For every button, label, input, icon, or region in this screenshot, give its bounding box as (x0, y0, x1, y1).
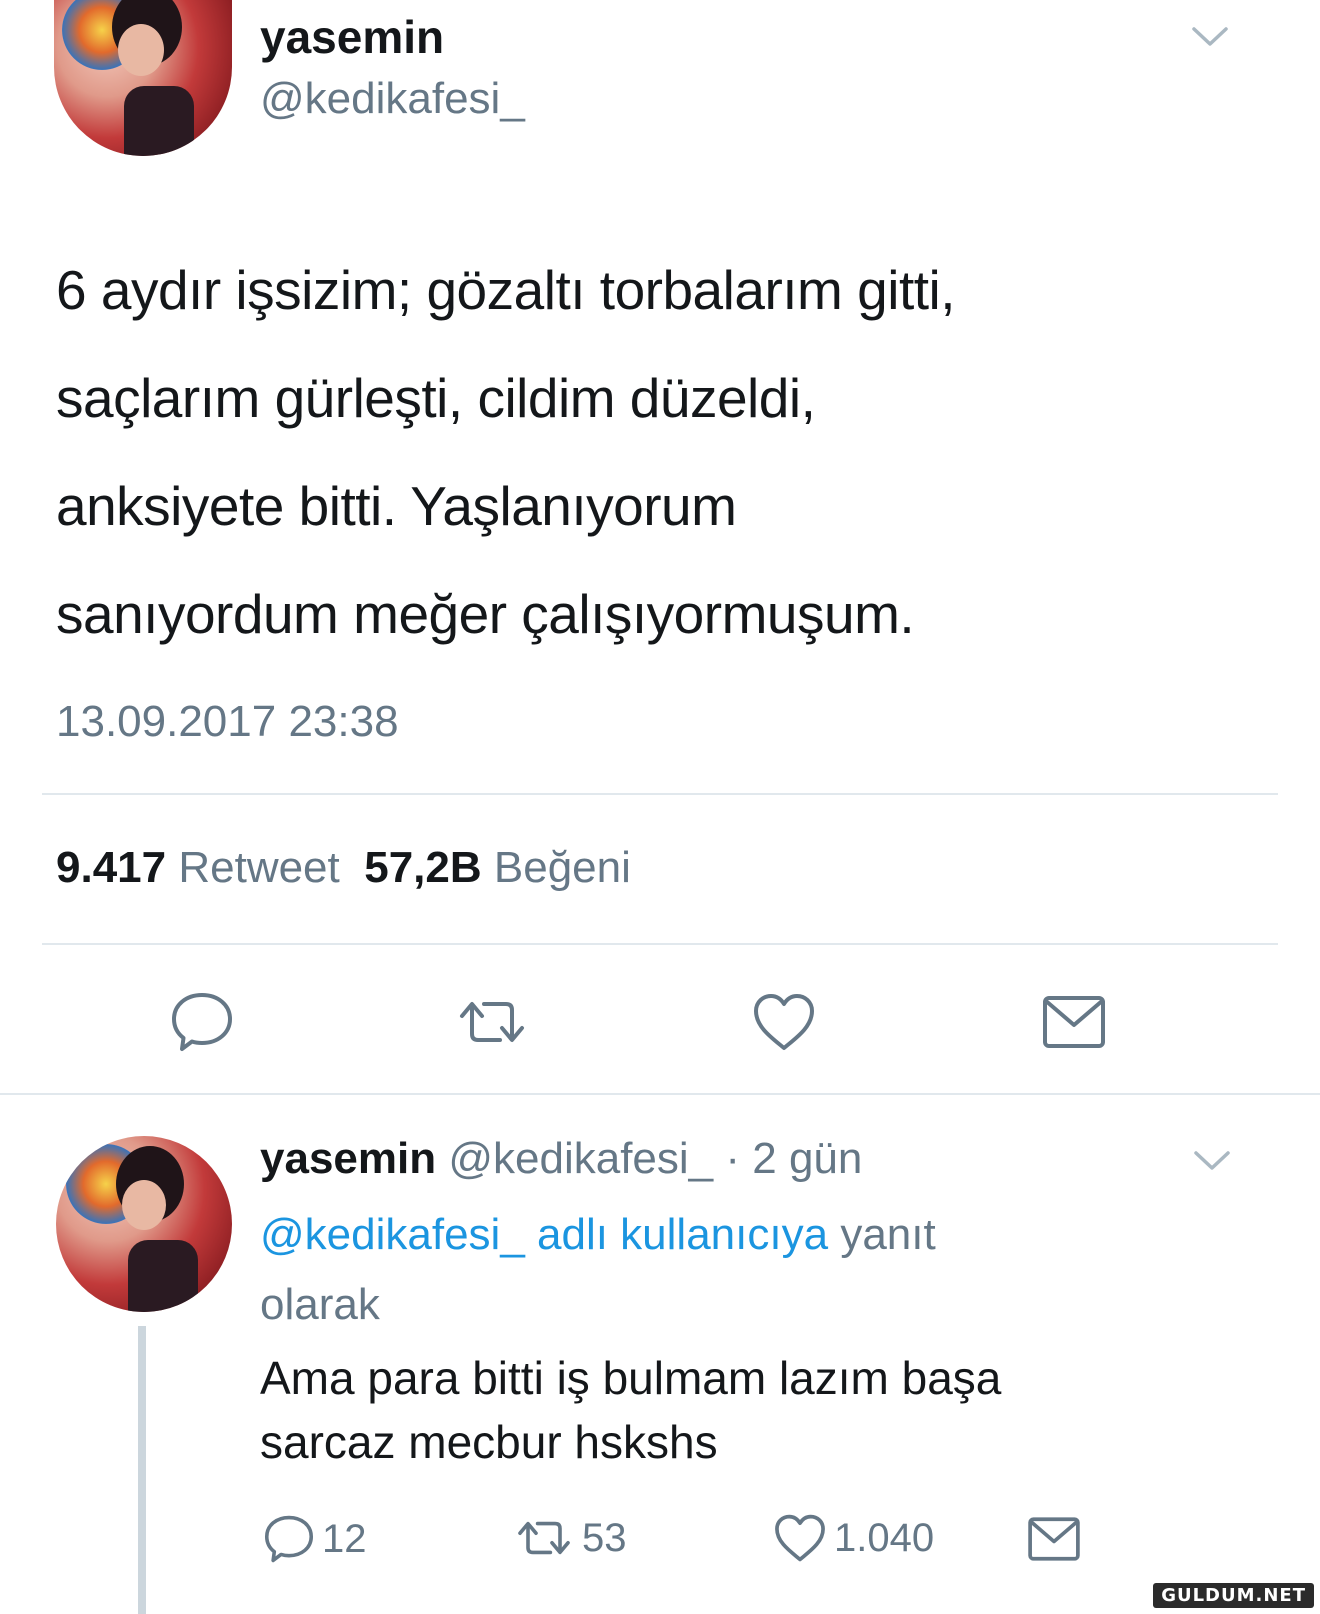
reply-button[interactable] (166, 986, 238, 1058)
tweet-text-line: anksiyete bitti. Yaşlanıyorum (56, 475, 737, 537)
tweet-text-line: saçlarım gürleşti, cildim düzeldi, (56, 367, 816, 429)
tweet-text: 6 aydır işsizim; gözaltı torbalarım gitt… (56, 236, 1276, 668)
reply-context: @kedikafesi_ adlı kullanıcıya yanıt olar… (260, 1200, 1160, 1340)
retweet-icon (460, 1002, 524, 1042)
author-avatar[interactable] (54, 0, 232, 156)
retweet-icon (518, 1521, 570, 1555)
like-icon (775, 1514, 825, 1562)
reply-author-avatar[interactable] (56, 1136, 232, 1312)
reply-message-button[interactable] (1026, 1514, 1088, 1564)
like-count[interactable]: 57,2B (364, 843, 481, 892)
reply-author-name[interactable]: yasemin (260, 1134, 436, 1183)
avatar-clothing (128, 1240, 198, 1312)
watermark: GULDUM.NET (1153, 1583, 1314, 1608)
message-icon (1028, 1517, 1080, 1561)
reply-icon (264, 1515, 314, 1563)
retweet-button[interactable] (452, 986, 532, 1058)
avatar-clothing (124, 86, 194, 156)
reply-reply-count: 12 (322, 1516, 367, 1561)
reply-text: Ama para bitti iş bulmam lazım başa sarc… (260, 1346, 1260, 1474)
reply-author-handle[interactable]: @kedikafesi_ (448, 1134, 713, 1183)
like-button[interactable] (748, 986, 820, 1058)
divider (42, 793, 1278, 795)
reply-context-text: yanıt (840, 1210, 936, 1259)
author-name[interactable]: yasemin (260, 10, 444, 64)
chevron-down-icon[interactable] (1192, 1148, 1232, 1174)
like-label[interactable]: Beğeni (494, 843, 631, 892)
author-handle[interactable]: @kedikafesi_ (260, 74, 525, 124)
thread-line (138, 1326, 146, 1614)
reply-like-button[interactable]: 1.040 (772, 1512, 934, 1564)
avatar-face (122, 1180, 166, 1230)
reply-header: yasemin @kedikafesi_ · 2 gün (260, 1134, 862, 1184)
message-button[interactable] (1038, 986, 1110, 1058)
reply-retweet-count: 53 (582, 1515, 627, 1560)
reply-reply-button[interactable]: 12 (262, 1512, 367, 1566)
reply-like-count: 1.040 (834, 1515, 935, 1560)
reply-text-line: Ama para bitti iş bulmam lazım başa (260, 1352, 1002, 1404)
tweet-stats: 9.417 Retweet 57,2B Beğeni (56, 843, 631, 893)
retweet-label[interactable]: Retweet (178, 843, 339, 892)
tweet-timestamp[interactable]: 13.09.2017 23:38 (56, 697, 399, 747)
reply-context-mention[interactable]: @kedikafesi_ adlı kullanıcıya (260, 1210, 828, 1259)
reply-context-text: olarak (260, 1280, 380, 1329)
retweet-count[interactable]: 9.417 (56, 843, 166, 892)
reply-text-line: sarcaz mecbur hskshs (260, 1416, 718, 1468)
like-icon (754, 994, 814, 1050)
tweet-text-line: 6 aydır işsizim; gözaltı torbalarım gitt… (56, 259, 956, 321)
separator-dot: · (725, 1134, 741, 1183)
message-icon (1043, 996, 1105, 1048)
divider (42, 943, 1278, 945)
tweet-text-line: sanıyordum meğer çalışıyormuşum. (56, 583, 915, 645)
reply-time[interactable]: 2 gün (752, 1134, 862, 1183)
reply-icon (172, 993, 232, 1051)
avatar-face (118, 24, 164, 76)
divider (0, 1093, 1320, 1095)
chevron-down-icon[interactable] (1190, 24, 1230, 50)
reply-retweet-button[interactable]: 53 (512, 1512, 627, 1564)
